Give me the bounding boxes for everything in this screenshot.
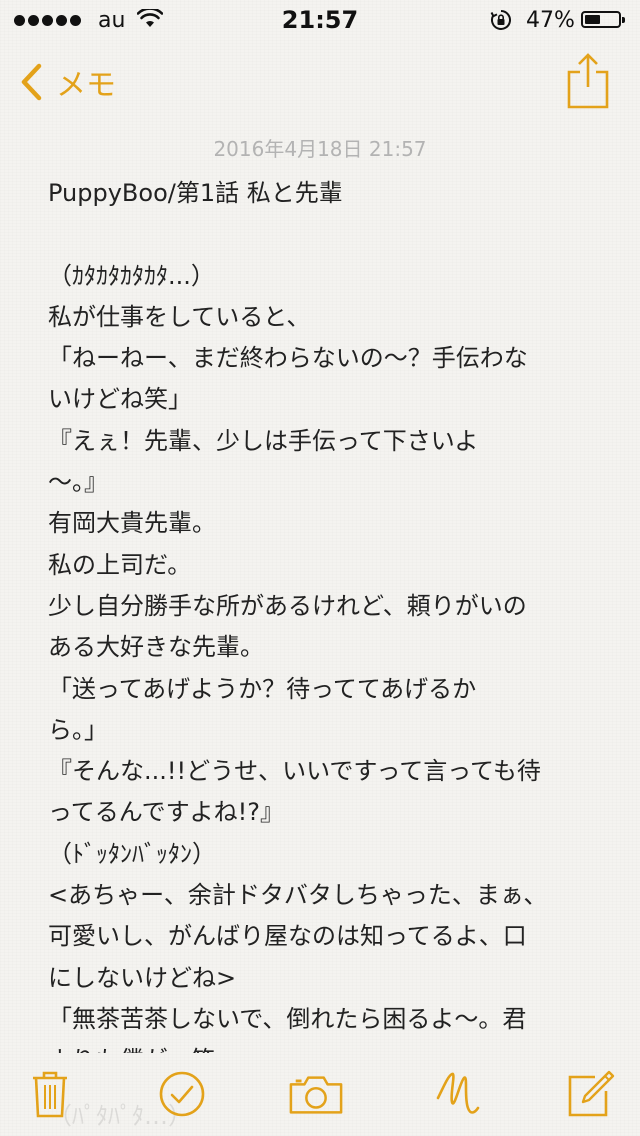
note-line: ってるんですよね!?』 <box>48 798 284 827</box>
note-line: 「無茶苦茶しないで、倒れたら困るよ〜。君 <box>48 1004 527 1033</box>
chevron-left-icon <box>21 63 42 101</box>
back-button[interactable]: メモ <box>20 58 116 106</box>
note-line: ある大好きな先輩。 <box>48 633 264 662</box>
note-line: 「ねーねー、まだ終わらないの〜？手伝わな <box>48 344 528 373</box>
note-line: 『そんな...!!どうせ、いいですって言っても待 <box>48 757 541 786</box>
battery-icon <box>581 11 625 28</box>
note-line: 可愛いし、がんばり屋なのは知ってるよ、口 <box>48 922 527 951</box>
battery-percent: 47% <box>526 8 575 33</box>
bottom-toolbar <box>0 1050 640 1136</box>
note-line: 有岡大貴先輩。 <box>48 509 216 538</box>
note-line: <あちゃー、余計ドタバタしちゃった、まぁ、 <box>48 881 548 910</box>
back-label: メモ <box>56 68 116 103</box>
note-body[interactable]: PuppyBoo/第1話 私と先輩 （ｶﾀｶﾀｶﾀｶﾀ...） 私が仕事をしている… <box>48 173 588 1053</box>
note-line: 私が仕事をしていると、 <box>48 302 311 331</box>
note-line: いけどね笑」 <box>48 385 192 414</box>
rotation-lock-icon <box>490 10 511 30</box>
note-date: 2016年4月18日 21:57 <box>213 137 427 161</box>
share-icon[interactable] <box>566 52 610 110</box>
sketch-icon <box>436 1072 480 1114</box>
sketch-button[interactable] <box>430 1066 486 1122</box>
note-line: （ﾄﾞｯﾀﾝﾊﾞｯﾀﾝ） <box>48 839 216 868</box>
note-line: にしないけどね> <box>48 963 237 992</box>
trash-icon <box>33 1071 67 1118</box>
camera-icon <box>289 1076 343 1114</box>
delete-button[interactable] <box>22 1066 78 1122</box>
checklist-icon <box>159 1071 205 1117</box>
note-line: 『えぇ！先輩、少しは手伝って下さいよ <box>48 426 479 455</box>
checklist-button[interactable] <box>154 1066 210 1122</box>
battery-fill <box>585 15 601 24</box>
note-title-line: PuppyBoo/第1話 私と先輩 <box>48 179 343 207</box>
status-bar: au 21:57 47% <box>0 0 640 40</box>
compose-icon <box>568 1070 615 1117</box>
note-line: 「送ってあげようか？待っててあげるか <box>48 674 477 703</box>
note-line: 少し自分勝手な所があるけれど、頼りがいの <box>48 591 527 620</box>
camera-button[interactable] <box>288 1066 344 1122</box>
note-line: 私の上司だ。 <box>48 550 192 579</box>
note-line: （ｶﾀｶﾀｶﾀｶﾀ...） <box>48 261 215 290</box>
compose-button[interactable] <box>562 1066 618 1122</box>
note-line: ら。」 <box>48 715 108 744</box>
note-line <box>48 214 588 255</box>
note-line: 〜。』 <box>48 468 108 497</box>
